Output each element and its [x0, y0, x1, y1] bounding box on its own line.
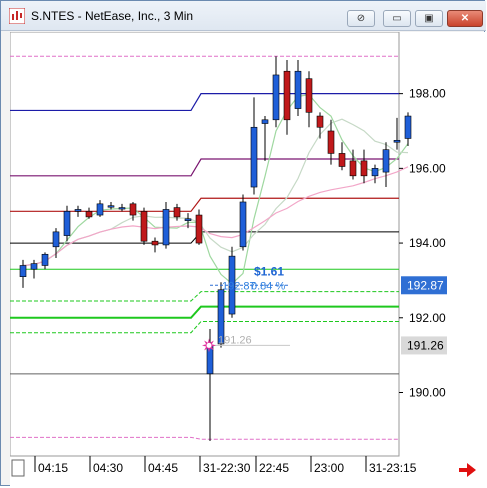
y-tick-label: 194.00 — [409, 236, 446, 250]
candle-body — [316, 115, 324, 128]
position-pct-label: 0.84 % — [251, 280, 285, 292]
candle-body — [41, 253, 49, 266]
x-tick-label: 04:45 — [148, 461, 178, 475]
window-title: S.NTES - NetEase, Inc., 3 Min — [31, 9, 194, 23]
candle-body — [118, 207, 126, 210]
maximize-button[interactable]: ▣ — [415, 10, 443, 27]
candle-body — [129, 203, 137, 216]
chart-window: S.NTES - NetEase, Inc., 3 Min ⊘ ▭ ▣ ✕ $1… — [0, 0, 486, 487]
candle-body — [85, 211, 93, 218]
y-tick-label: 196.00 — [409, 161, 446, 175]
y-tick-label: 198.00 — [409, 87, 446, 101]
candle-body — [162, 209, 170, 246]
x-tick-label: 22:45 — [259, 461, 289, 475]
candle-body — [151, 240, 159, 246]
candle-body — [74, 209, 82, 212]
candle-body — [63, 211, 71, 236]
candle-body — [195, 214, 203, 244]
pnl-label: $1.61 — [254, 264, 284, 278]
candle-body — [283, 70, 291, 121]
candle-body — [206, 345, 214, 375]
candle-body — [184, 218, 192, 221]
link-icon: ⊘ — [356, 13, 366, 24]
minimize-icon: ▭ — [392, 13, 402, 24]
price-flag-label: 192.87 — [407, 278, 444, 292]
candle-body — [294, 70, 302, 109]
scroll-right-arrow-icon — [459, 463, 476, 477]
y-tick-label: 192.00 — [409, 311, 446, 325]
price-chart[interactable]: $1.61 192.87 0.84 % 191.26 198.00 196.00 194.… — [10, 32, 486, 487]
time-axis[interactable]: 04:15 04:30 04:45 31-22:30 22:45 23:00 31-23:1… — [10, 455, 476, 477]
candle-body — [250, 126, 258, 188]
candle-body — [30, 263, 38, 270]
title-bar[interactable]: S.NTES - NetEase, Inc., 3 Min ⊘ ▭ ▣ ✕ — [1, 1, 486, 31]
candle-body — [173, 207, 181, 218]
candle-body — [371, 168, 379, 177]
candle-body — [305, 78, 313, 113]
candle-body — [140, 211, 148, 242]
candle-body — [360, 160, 368, 177]
link-button[interactable]: ⊘ — [347, 10, 375, 27]
close-button[interactable]: ✕ — [447, 10, 483, 27]
x-tick-label: 04:30 — [93, 461, 123, 475]
app-icon — [9, 8, 25, 24]
minimize-button[interactable]: ▭ — [383, 10, 411, 27]
candle-body — [239, 201, 247, 248]
x-tick-label: 04:15 — [38, 461, 68, 475]
x-tick-label: 31-23:15 — [369, 461, 417, 475]
entry-price-label: 191.26 — [218, 334, 252, 346]
candle-body — [19, 265, 27, 277]
candle-body — [349, 160, 357, 177]
candle-body — [261, 119, 269, 124]
candle-body — [272, 74, 280, 121]
candle-body — [52, 231, 60, 248]
maximize-icon: ▣ — [424, 13, 434, 24]
close-icon: ✕ — [460, 13, 470, 24]
x-tick-label: 31-22:30 — [203, 461, 251, 475]
candle-body — [327, 130, 335, 154]
price-flag-label: 191.26 — [407, 338, 444, 352]
candle-body — [393, 140, 401, 143]
y-tick-label: 190.00 — [409, 385, 446, 399]
scroll-left-button — [11, 459, 25, 477]
entry-marker-center — [206, 342, 212, 348]
indicator-lines — [10, 32, 409, 457]
candle-body — [338, 153, 346, 167]
candle-body — [404, 115, 412, 139]
chart-area[interactable]: $1.61 192.87 0.84 % 191.26 198.00 196.00 194.… — [10, 32, 486, 487]
x-tick-label: 23:00 — [314, 461, 344, 475]
candle-body — [107, 205, 115, 208]
candle-body — [96, 203, 104, 216]
candle-body — [382, 149, 390, 173]
